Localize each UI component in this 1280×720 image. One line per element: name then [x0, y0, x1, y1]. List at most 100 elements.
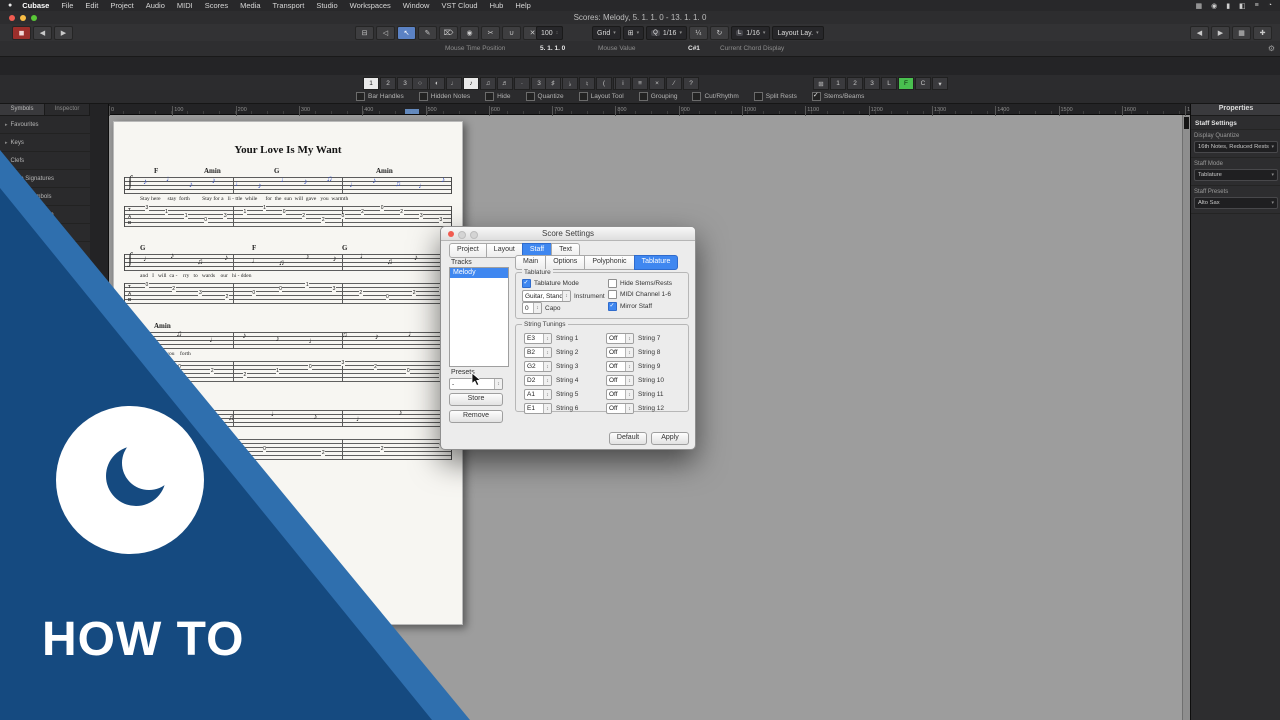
note-glyph[interactable]: ♪: [333, 255, 337, 263]
layer-button-6[interactable]: C: [915, 77, 931, 90]
tuning-select[interactable]: Off ↕: [606, 347, 634, 358]
insert-voice-button-0[interactable]: 1: [363, 77, 379, 90]
tuning-select[interactable]: Off ↕: [606, 333, 634, 344]
tab-number[interactable]: 3: [145, 206, 149, 211]
menu-help[interactable]: Help: [509, 1, 536, 10]
ruler[interactable]: 0 100 200 300 400 500 600 700 800 900 1000 1100 1200…: [108, 103, 1199, 116]
checkbox[interactable]: [485, 92, 495, 101]
filter-split-rests[interactable]: Split Rests: [753, 92, 797, 101]
dialog-subtab-main[interactable]: Main: [515, 255, 547, 270]
apple-menu-icon[interactable]: ●: [8, 2, 12, 9]
grid-icon-select[interactable]: ⊞ ▾: [622, 26, 645, 40]
note-glyph[interactable]: ♩: [349, 181, 357, 189]
note-glyph[interactable]: ♩: [360, 252, 368, 260]
tab-number[interactable]: 2: [412, 291, 417, 296]
tuning-select[interactable]: Off ↕: [606, 375, 634, 386]
checkbox[interactable]: [418, 92, 428, 101]
apply-button[interactable]: Apply: [651, 432, 689, 445]
zoom-button[interactable]: [470, 230, 478, 239]
note-glyph[interactable]: ♩: [281, 176, 289, 184]
mirror-staff-row[interactable]: Mirror Staff: [608, 302, 652, 311]
accidental-button-3[interactable]: (: [596, 77, 612, 90]
note-glyph[interactable]: ♩: [418, 182, 426, 190]
scroll-right-button[interactable]: ▶: [1211, 26, 1230, 40]
midi-channel-row[interactable]: MIDI Channel 1-6: [608, 290, 671, 299]
tab-number[interactable]: 2: [373, 365, 378, 370]
accidental-button-2[interactable]: ♮: [579, 77, 595, 90]
checkbox[interactable]: [692, 92, 702, 101]
battery-icon[interactable]: ▮: [1226, 2, 1230, 10]
tab-number[interactable]: 2: [358, 291, 363, 296]
note-glyph[interactable]: ♪: [313, 413, 317, 421]
tab-number[interactable]: 3: [419, 214, 424, 219]
tab-number[interactable]: 1: [275, 369, 280, 374]
dialog-subtab-options[interactable]: Options: [545, 255, 586, 270]
note-value-button-5[interactable]: ♬: [497, 77, 513, 90]
hide-stems-row[interactable]: Hide Stems/Rests: [608, 279, 672, 288]
tab-number[interactable]: 0: [278, 287, 283, 292]
tuning-select[interactable]: Off ↕: [606, 389, 634, 400]
tab-number[interactable]: 1: [262, 206, 267, 211]
filter-hidden-notes[interactable]: Hidden Notes: [418, 92, 470, 101]
note-glyph[interactable]: ♪: [375, 333, 379, 341]
note-glyph[interactable]: ♫: [326, 175, 332, 183]
sidebar-tab-symbols[interactable]: Symbols: [0, 103, 45, 115]
scroll-left-button[interactable]: ◀: [1190, 26, 1209, 40]
layer-button-7[interactable]: ▾: [932, 77, 948, 90]
acoustic-feedback-button[interactable]: ◁: [376, 26, 395, 40]
clock-icon[interactable]: ◔: [1268, 2, 1272, 9]
function-button-4[interactable]: ?: [683, 77, 699, 90]
tab-number[interactable]: 0: [262, 447, 267, 452]
remove-button[interactable]: Remove: [449, 410, 503, 423]
function-button-0[interactable]: i: [615, 77, 631, 90]
crosshair-button[interactable]: ✚: [1253, 26, 1272, 40]
note-value-button-2[interactable]: ♩: [446, 77, 462, 90]
note-glyph[interactable]: ♫: [228, 414, 234, 422]
note-glyph[interactable]: ♩: [356, 415, 364, 423]
checkbox[interactable]: [578, 92, 588, 101]
checkbox[interactable]: [638, 92, 648, 101]
tab-number[interactable]: 1: [243, 210, 247, 215]
length-quantize-select[interactable]: L 1/16 ▾: [730, 26, 771, 40]
sidebar-tab-inspector[interactable]: Inspector: [45, 103, 90, 115]
filter-quantize[interactable]: Quantize: [525, 92, 564, 101]
note-glyph[interactable]: ♪: [170, 252, 174, 260]
note-glyph[interactable]: ♪: [275, 335, 279, 343]
tablature-mode-row[interactable]: Tablature Mode: [522, 279, 579, 288]
note-value-button-6[interactable]: ·: [514, 77, 530, 90]
tab-number[interactable]: 2: [360, 210, 365, 215]
checkbox[interactable]: [811, 91, 821, 101]
tab-number[interactable]: 2: [210, 369, 215, 374]
scrollbar-thumb[interactable]: [1184, 117, 1189, 129]
checkbox[interactable]: [525, 92, 535, 101]
note-glyph[interactable]: ♪: [414, 254, 418, 262]
tab-number[interactable]: 0: [406, 369, 411, 374]
sidebar-section-favourites[interactable]: ▸ Favourites: [0, 116, 90, 134]
tab-number[interactable]: 3: [439, 218, 443, 223]
menu-window[interactable]: Window: [397, 1, 436, 10]
store-button[interactable]: Store: [449, 393, 503, 406]
zoom-level-select[interactable]: 100 ↕: [536, 26, 564, 40]
menu-file[interactable]: File: [55, 1, 79, 10]
tab-number[interactable]: 0: [341, 214, 345, 219]
note-glyph[interactable]: ♪: [372, 177, 376, 185]
filter-hide[interactable]: Hide: [485, 92, 511, 101]
tablature-mode-checkbox[interactable]: [522, 279, 531, 288]
tuning-select[interactable]: A1 ↕: [524, 389, 552, 400]
hide-stems-checkbox[interactable]: [608, 279, 617, 288]
tab-number[interactable]: 0: [380, 206, 384, 211]
minimize-button[interactable]: [458, 230, 466, 239]
close-button[interactable]: [448, 230, 454, 237]
tuning-select[interactable]: E3 ↕: [524, 333, 552, 344]
menu-transport[interactable]: Transport: [267, 1, 311, 10]
tab-number[interactable]: 1: [184, 214, 188, 219]
menu-project[interactable]: Project: [104, 1, 139, 10]
note-glyph[interactable]: ♫: [176, 330, 182, 338]
activate-project-button[interactable]: ◼: [12, 26, 31, 40]
note-glyph[interactable]: ♫: [278, 259, 284, 267]
dialog-titlebar[interactable]: Score Settings: [441, 227, 695, 241]
tab-number[interactable]: 0: [145, 283, 149, 288]
menu-media[interactable]: Media: [234, 1, 266, 10]
property-select[interactable]: 16th Notes, Reduced Rests ▾: [1194, 141, 1278, 153]
tuning-select[interactable]: E1 ↕: [524, 403, 552, 414]
